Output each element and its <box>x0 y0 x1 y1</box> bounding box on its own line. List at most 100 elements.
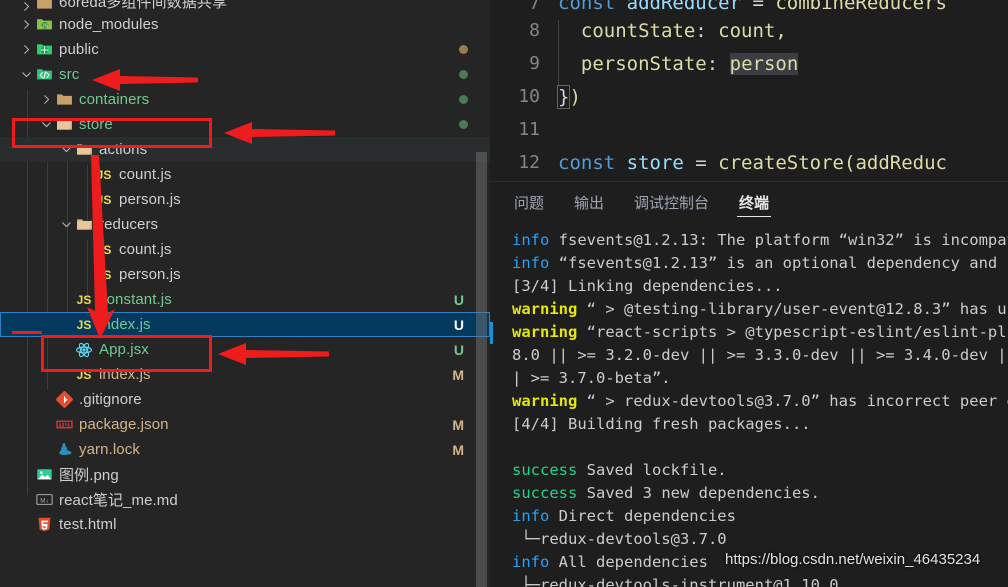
html5-icon <box>34 516 54 534</box>
chevron-down-icon[interactable] <box>58 219 74 230</box>
tree-item-label: yarn.lock <box>79 441 140 458</box>
tree-file-index-js[interactable]: JS index.js U <box>0 312 490 337</box>
tree-folder-reducers[interactable]: reducers <box>0 212 490 237</box>
terminal-segment: ├─redux-devtools-instrument@1.10.0 <box>512 576 839 587</box>
tree-file-test-html[interactable]: test.html <box>0 512 490 537</box>
tree-file-yarn-lock[interactable]: yarn.lock M <box>0 437 490 462</box>
tree-file-react-me-md[interactable]: M↓ react笔记_me.md <box>0 487 490 512</box>
js-icon: JS <box>76 317 92 332</box>
tree-item-label: count.js <box>119 166 172 183</box>
tree-folder-src[interactable]: src <box>0 62 490 87</box>
chevron-right-icon[interactable] <box>18 19 34 30</box>
folder-open-icon <box>74 216 94 234</box>
folder-open-icon <box>54 116 74 134</box>
js-icon: JS <box>96 267 112 282</box>
tree-file-count-js[interactable]: JS count.js <box>0 162 490 187</box>
tree-folder-actions[interactable]: actions <box>0 137 490 162</box>
public-folder-icon <box>34 41 54 59</box>
panel-tab-3[interactable]: 终端 <box>737 182 772 223</box>
tree-file-app-jsx[interactable]: App.jsx U <box>0 337 490 362</box>
terminal-line: success Saved 3 new dependencies. <box>512 482 1008 505</box>
tree-file-package-json[interactable]: package.json M <box>0 412 490 437</box>
tree-item-label: person.js <box>119 266 181 283</box>
terminal-segment: “fsevents@1.2.13” is an optional depende… <box>549 254 1008 272</box>
js-icon: JS <box>96 167 112 182</box>
folder-icon <box>54 91 74 109</box>
panel-tab-0[interactable]: 问题 <box>512 182 546 223</box>
image-icon <box>34 466 54 484</box>
terminal-segment: Saved lockfile. <box>577 461 727 479</box>
git-status-badge: U <box>453 316 464 333</box>
code-line[interactable]: 11 <box>491 113 1008 146</box>
panel-tab-2[interactable]: 调试控制台 <box>632 182 711 223</box>
explorer-file-list[interactable]: 6oreda多组件间数据共享 JS node_modules public src con… <box>0 0 490 537</box>
file-explorer-tree[interactable]: 6oreda多组件间数据共享 JS node_modules public src con… <box>0 0 490 587</box>
tree-item-label: index.js <box>99 316 151 333</box>
tree-folder-public[interactable]: public <box>0 37 490 62</box>
terminal-segment: All dependencies <box>549 553 708 571</box>
tree-file-person-js[interactable]: JS person.js <box>0 262 490 287</box>
tree-file-constant-js[interactable]: JS constant.js U <box>0 287 490 312</box>
tree-file--png[interactable]: 图例.png <box>0 462 490 487</box>
explorer-scrollbar[interactable] <box>476 152 487 587</box>
tree-file--gitignore[interactable]: .gitignore <box>0 387 490 412</box>
tree-file-count-js[interactable]: JS count.js <box>0 237 490 262</box>
git-status-badge: M <box>452 366 464 383</box>
chevron-right-icon[interactable] <box>18 44 34 55</box>
terminal-output[interactable]: info fsevents@1.2.13: The platform “win3… <box>490 223 1008 587</box>
chevron-down-icon[interactable] <box>18 69 34 80</box>
tree-item-label: person.js <box>119 191 181 208</box>
tree-item-label: count.js <box>119 241 172 258</box>
tree-folder-store[interactable]: store <box>0 112 490 137</box>
tree-item-label: 图例.png <box>59 467 119 484</box>
code-line[interactable]: 12 const store = createStore(addReduc <box>491 146 1008 179</box>
js-icon: JS <box>96 242 112 257</box>
tree-folder-node-modules[interactable]: JS node_modules <box>0 12 490 37</box>
code-line[interactable]: 8 countState: count, <box>491 14 1008 53</box>
code-line[interactable]: 9 personState: person <box>491 47 1008 86</box>
code-token: : <box>706 52 730 75</box>
chevron-right-icon[interactable] <box>18 1 34 12</box>
code-token: store <box>626 151 684 174</box>
terminal-segment: “ > redux-devtools@3.7.0” has incorrect … <box>577 392 1008 410</box>
folder-change-dot <box>459 70 468 79</box>
code-token: countState <box>580 19 696 42</box>
code-token: (addReduc <box>844 151 947 174</box>
chevron-down-icon[interactable] <box>38 119 54 130</box>
svg-text:M↓: M↓ <box>40 497 48 504</box>
terminal-segment: warning <box>512 300 578 318</box>
nodejs-folder-icon: JS <box>34 16 54 34</box>
code-line[interactable]: 7 const addReducer = combineReducers <box>491 0 1008 14</box>
folder-icon <box>34 0 54 12</box>
code-line[interactable]: 10}) <box>491 80 1008 113</box>
terminal-segment: info <box>512 254 550 272</box>
tree-item-label: index.js <box>99 366 151 383</box>
code-token: personState <box>580 52 707 75</box>
line-number: 9 <box>529 53 540 74</box>
code-token: addReducer <box>626 0 742 14</box>
panel-tab-1[interactable]: 输出 <box>572 182 606 223</box>
line-number: 8 <box>529 20 540 41</box>
tree-item-label: constant.js <box>99 291 172 308</box>
tree-folder-containers[interactable]: containers <box>0 87 490 112</box>
tree-item-label: store <box>79 116 113 133</box>
chevron-down-icon[interactable] <box>58 144 74 155</box>
terminal-line: └─redux-devtools@3.7.0 <box>512 528 1008 551</box>
chevron-right-icon[interactable] <box>38 94 54 105</box>
bottom-panel: 问题 输出 调试控制台 终端 info fsevents@1.2.13: The pl… <box>490 181 1008 587</box>
terminal-segment: “ > @testing-library/user-event@12.8.3” … <box>577 300 1008 318</box>
code-token: combineReducers <box>775 0 947 14</box>
tree-folder-6oreda-[interactable]: 6oreda多组件间数据共享 <box>0 0 490 12</box>
git-status-badge: U <box>453 341 464 358</box>
code-token: count, <box>718 19 787 42</box>
code-editor[interactable]: 7 const addReducer = combineReducers 8 cou… <box>490 0 1008 181</box>
tree-file-index-js[interactable]: JS index.js M <box>0 362 490 387</box>
tree-file-person-js[interactable]: JS person.js <box>0 187 490 212</box>
tree-item-label: public <box>59 41 99 58</box>
panel-tabs[interactable]: 问题 输出 调试控制台 终端 <box>490 182 1008 223</box>
terminal-segment: | >= 3.7.0-beta”. <box>512 369 671 387</box>
folder-open-icon <box>74 141 94 159</box>
terminal-segment: fsevents@1.2.13: The platform “win32” is… <box>549 231 1008 249</box>
terminal-line: [4/4] Building fresh packages... <box>512 413 1008 436</box>
